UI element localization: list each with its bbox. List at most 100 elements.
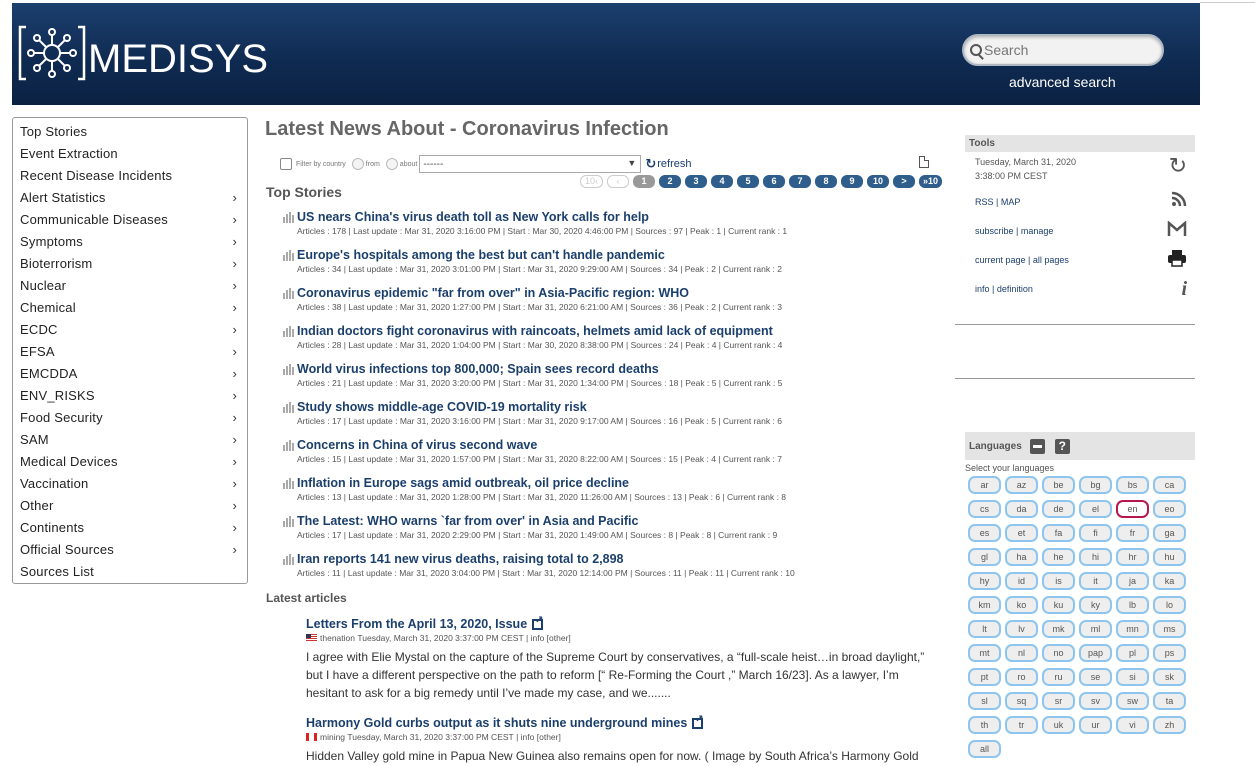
language-bs-button[interactable]: bs	[1116, 476, 1149, 494]
language-hi-button[interactable]: hi	[1079, 548, 1112, 566]
language-vi-button[interactable]: vi	[1116, 716, 1149, 734]
page-button[interactable]: >	[893, 175, 916, 188]
sidebar-item[interactable]: Alert Statistics ›	[13, 187, 247, 209]
article-info-links[interactable]: info [other]	[521, 732, 561, 742]
search-input[interactable]	[984, 42, 1154, 58]
language-sv-button[interactable]: sv	[1079, 692, 1112, 710]
collapse-icon[interactable]	[1029, 438, 1045, 454]
page-button[interactable]: 7	[789, 175, 812, 188]
language-ko-button[interactable]: ko	[1005, 596, 1038, 614]
language-tr-button[interactable]: tr	[1005, 716, 1038, 734]
rss-link[interactable]: RSS	[975, 197, 994, 207]
language-lo-button[interactable]: lo	[1153, 596, 1186, 614]
language-uk-button[interactable]: uk	[1042, 716, 1075, 734]
subscribe-link[interactable]: subscribe	[975, 226, 1014, 236]
language-si-button[interactable]: si	[1116, 668, 1149, 686]
language-hy-button[interactable]: hy	[968, 572, 1001, 590]
language-ky-button[interactable]: ky	[1079, 596, 1112, 614]
sidebar-item[interactable]: Other ›	[13, 495, 247, 517]
sidebar-item[interactable]: Food Security ›	[13, 407, 247, 429]
info-icon[interactable]: i	[1181, 278, 1187, 301]
language-ku-button[interactable]: ku	[1042, 596, 1075, 614]
help-icon[interactable]: ?	[1054, 438, 1070, 454]
language-ja-button[interactable]: ja	[1116, 572, 1149, 590]
language-lt-button[interactable]: lt	[968, 620, 1001, 638]
language-hu-button[interactable]: hu	[1153, 548, 1186, 566]
sidebar-item[interactable]: Chemical ›	[13, 297, 247, 319]
language-sr-button[interactable]: sr	[1042, 692, 1075, 710]
definition-link[interactable]: definition	[997, 284, 1033, 294]
language-ps-button[interactable]: ps	[1153, 644, 1186, 662]
story-title-link[interactable]: US nears China's virus death toll as New…	[297, 210, 649, 224]
article-title-link[interactable]: Harmony Gold curbs output as it shuts ni…	[306, 716, 687, 730]
language-it-button[interactable]: it	[1079, 572, 1112, 590]
story-title-link[interactable]: Coronavirus epidemic "far from over" in …	[297, 286, 689, 300]
sidebar-item[interactable]: Vaccination ›	[13, 473, 247, 495]
language-be-button[interactable]: be	[1042, 476, 1075, 494]
story-title-link[interactable]: World virus infections top 800,000; Spai…	[297, 362, 659, 376]
language-sw-button[interactable]: sw	[1116, 692, 1149, 710]
language-mn-button[interactable]: mn	[1116, 620, 1149, 638]
sidebar-item[interactable]: Event Extraction	[13, 143, 247, 165]
page-button[interactable]: 8	[815, 175, 838, 188]
external-link-icon[interactable]	[692, 714, 704, 729]
sidebar-item[interactable]: Official Sources ›	[13, 539, 247, 561]
language-sq-button[interactable]: sq	[1005, 692, 1038, 710]
page-button[interactable]: 4	[711, 175, 734, 188]
language-pap-button[interactable]: pap	[1079, 644, 1112, 662]
language-sl-button[interactable]: sl	[968, 692, 1001, 710]
sidebar-item[interactable]: Bioterrorism ›	[13, 253, 247, 275]
about-radio[interactable]	[385, 158, 398, 170]
language-fi-button[interactable]: fi	[1079, 524, 1112, 542]
mail-icon[interactable]	[1167, 220, 1187, 242]
sidebar-item[interactable]: Nuclear ›	[13, 275, 247, 297]
refresh-icon[interactable]: ↻	[1169, 153, 1187, 179]
sidebar-item[interactable]: Symptoms ›	[13, 231, 247, 253]
language-km-button[interactable]: km	[968, 596, 1001, 614]
language-et-button[interactable]: et	[1005, 524, 1038, 542]
language-en-button[interactable]: en	[1116, 500, 1149, 518]
language-pt-button[interactable]: pt	[968, 668, 1001, 686]
language-lb-button[interactable]: lb	[1116, 596, 1149, 614]
map-link[interactable]: MAP	[1001, 197, 1021, 207]
language-fa-button[interactable]: fa	[1042, 524, 1075, 542]
language-ga-button[interactable]: ga	[1153, 524, 1186, 542]
rss-icon[interactable]	[1171, 191, 1187, 212]
story-title-link[interactable]: Europe's hospitals among the best but ca…	[297, 248, 665, 262]
language-ka-button[interactable]: ka	[1153, 572, 1186, 590]
sidebar-item[interactable]: ENV_RISKS ›	[13, 385, 247, 407]
external-link-icon[interactable]	[532, 615, 544, 630]
language-cs-button[interactable]: cs	[968, 500, 1001, 518]
language-mk-button[interactable]: mk	[1042, 620, 1075, 638]
print-icon[interactable]	[1167, 249, 1187, 272]
filter-checkbox[interactable]	[280, 158, 292, 170]
language-gl-button[interactable]: gl	[968, 548, 1001, 566]
article-info-links[interactable]: info [other]	[531, 633, 571, 643]
article-source[interactable]: thenation	[320, 633, 355, 643]
info-link[interactable]: info	[975, 284, 990, 294]
language-ta-button[interactable]: ta	[1153, 692, 1186, 710]
refresh-link[interactable]: ↻ refresh	[645, 156, 691, 172]
from-radio[interactable]	[351, 158, 364, 170]
language-bg-button[interactable]: bg	[1079, 476, 1112, 494]
document-icon[interactable]	[919, 156, 929, 168]
page-button[interactable]: 10‹	[580, 175, 604, 188]
sidebar-item[interactable]: SAM ›	[13, 429, 247, 451]
manage-link[interactable]: manage	[1021, 226, 1054, 236]
language-ms-button[interactable]: ms	[1153, 620, 1186, 638]
language-he-button[interactable]: he	[1042, 548, 1075, 566]
language-da-button[interactable]: da	[1005, 500, 1038, 518]
language-all-button[interactable]: all	[968, 740, 1001, 758]
language-is-button[interactable]: is	[1042, 572, 1075, 590]
language-nl-button[interactable]: nl	[1005, 644, 1038, 662]
advanced-search-link[interactable]: advanced search	[1009, 74, 1116, 90]
language-ha-button[interactable]: ha	[1005, 548, 1038, 566]
language-se-button[interactable]: se	[1079, 668, 1112, 686]
language-lv-button[interactable]: lv	[1005, 620, 1038, 638]
language-ur-button[interactable]: ur	[1079, 716, 1112, 734]
article-source[interactable]: mining	[320, 732, 345, 742]
story-title-link[interactable]: Iran reports 141 new virus deaths, raisi…	[297, 552, 624, 566]
language-ml-button[interactable]: ml	[1079, 620, 1112, 638]
language-mt-button[interactable]: mt	[968, 644, 1001, 662]
story-title-link[interactable]: Concerns in China of virus second wave	[297, 438, 537, 452]
